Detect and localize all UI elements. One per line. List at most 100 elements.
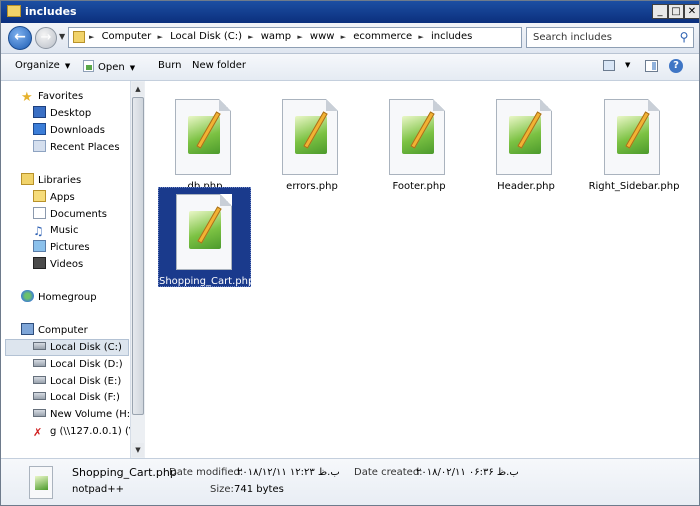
php-file-icon bbox=[282, 99, 338, 175]
nav-recent-places[interactable]: Recent Places bbox=[33, 140, 120, 156]
nav-drive-f[interactable]: Local Disk (F:) bbox=[33, 390, 120, 406]
command-bar: Organize ▼ Open ▼ Burn New folder ▼ ? bbox=[1, 54, 699, 81]
breadcrumb-wamp[interactable]: wamp bbox=[261, 31, 291, 42]
folder-icon bbox=[73, 31, 85, 43]
php-file-icon bbox=[604, 99, 660, 175]
php-file-icon bbox=[29, 466, 53, 499]
file-item[interactable]: db.php bbox=[157, 89, 253, 192]
nav-videos[interactable]: Videos bbox=[33, 257, 83, 273]
libraries-icon bbox=[21, 173, 34, 185]
breadcrumb-computer[interactable]: Computer bbox=[102, 31, 152, 42]
documents-icon bbox=[33, 207, 46, 219]
details-file-type: notpad++ bbox=[72, 484, 124, 495]
notepad-plus-plus-icon bbox=[83, 60, 94, 72]
minimize-button[interactable]: _ bbox=[652, 4, 668, 19]
chevron-right-icon[interactable]: ► bbox=[418, 33, 423, 41]
disconnected-network-drive-icon: ✗ bbox=[33, 426, 43, 439]
scrollbar-thumb[interactable] bbox=[132, 97, 144, 415]
nav-favorites[interactable]: ★ Favorites bbox=[21, 89, 83, 105]
organize-label: Organize bbox=[15, 60, 60, 71]
drive-icon bbox=[33, 359, 46, 367]
file-item[interactable]: Footer.php bbox=[371, 89, 467, 192]
php-file-icon bbox=[176, 194, 232, 270]
navigation-pane: ★ Favorites Desktop Downloads Recent Plac… bbox=[1, 81, 147, 458]
title-bar[interactable]: includes _ □ ✕ bbox=[1, 1, 699, 23]
drive-icon bbox=[33, 376, 46, 384]
scroll-up-arrow-icon[interactable]: ▲ bbox=[132, 82, 144, 96]
change-view-icon[interactable] bbox=[603, 60, 615, 71]
nav-drive-h[interactable]: New Volume (H:) bbox=[33, 407, 134, 423]
view-options-dropdown[interactable]: ▼ bbox=[625, 61, 630, 69]
details-filename: Shopping_Cart.php bbox=[72, 466, 177, 479]
nav-pictures[interactable]: Pictures bbox=[33, 240, 90, 256]
chevron-right-icon[interactable]: ► bbox=[248, 33, 253, 41]
php-file-icon bbox=[175, 99, 231, 175]
explorer-window: includes _ □ ✕ ← → ▼ ► Computer ► Local … bbox=[0, 0, 700, 506]
nav-network-drive-v[interactable]: ✗ g (\\127.0.0.1) (V: bbox=[33, 424, 138, 440]
file-item-selected[interactable]: Shopping_Cart.php bbox=[158, 187, 254, 287]
forward-button[interactable]: → bbox=[35, 27, 57, 49]
back-button[interactable]: ← bbox=[8, 26, 32, 50]
desktop-icon bbox=[33, 106, 46, 118]
open-button[interactable]: Open ▼ bbox=[83, 60, 135, 73]
maximize-button[interactable]: □ bbox=[668, 4, 684, 19]
folder-icon bbox=[33, 190, 46, 202]
chevron-right-icon[interactable]: ► bbox=[89, 33, 94, 41]
search-input[interactable]: Search includes bbox=[533, 32, 612, 43]
music-icon: ♫ bbox=[33, 224, 44, 238]
search-box[interactable]: Search includes ⚲ bbox=[526, 27, 694, 48]
videos-icon bbox=[33, 257, 46, 269]
nav-homegroup[interactable]: Homegroup bbox=[21, 290, 97, 306]
preview-pane-icon[interactable] bbox=[645, 60, 658, 72]
recent-places-icon bbox=[33, 140, 46, 152]
chevron-down-icon: ▼ bbox=[129, 64, 136, 72]
size-value: 741 bytes bbox=[234, 484, 284, 495]
nav-libraries[interactable]: Libraries bbox=[21, 173, 81, 189]
navigation-scrollbar[interactable]: ▲ ▼ bbox=[130, 81, 145, 458]
details-pane: Shopping_Cart.php notpad++ Date modified… bbox=[1, 458, 699, 505]
homegroup-icon bbox=[21, 290, 34, 302]
chevron-right-icon[interactable]: ► bbox=[341, 33, 346, 41]
breadcrumb: ► Computer ► Local Disk (C:) ► wamp ► ww… bbox=[89, 31, 475, 42]
window-title: includes bbox=[25, 5, 77, 18]
size-label: Size: bbox=[210, 484, 234, 495]
breadcrumb-local-disk-c[interactable]: Local Disk (C:) bbox=[170, 31, 242, 42]
organize-button[interactable]: Organize ▼ bbox=[15, 60, 70, 71]
chevron-right-icon[interactable]: ► bbox=[157, 33, 162, 41]
nav-desktop[interactable]: Desktop bbox=[33, 106, 91, 122]
breadcrumb-ecommerce[interactable]: ecommerce bbox=[353, 31, 412, 42]
nav-drive-d[interactable]: Local Disk (D:) bbox=[33, 357, 123, 373]
recent-pages-dropdown[interactable]: ▼ bbox=[59, 32, 65, 41]
php-file-icon bbox=[389, 99, 445, 175]
nav-documents[interactable]: Documents bbox=[33, 207, 107, 223]
nav-drive-c[interactable]: Local Disk (C:) bbox=[33, 340, 122, 356]
file-item[interactable]: Header.php bbox=[478, 89, 574, 192]
file-name: Footer.php bbox=[392, 181, 446, 192]
file-item[interactable]: Right_Sidebar.php bbox=[586, 89, 682, 192]
nav-drive-e[interactable]: Local Disk (E:) bbox=[33, 374, 121, 390]
search-icon[interactable]: ⚲ bbox=[677, 30, 691, 44]
breadcrumb-includes[interactable]: includes bbox=[431, 31, 472, 42]
breadcrumb-www[interactable]: www bbox=[310, 31, 335, 42]
date-created-value: ۲۰۱۸/۰۲/۱۱ ب.ظ ۰۶:۳۶ bbox=[416, 467, 519, 478]
help-icon[interactable]: ? bbox=[669, 59, 683, 73]
close-button[interactable]: ✕ bbox=[684, 4, 699, 19]
drive-icon bbox=[33, 342, 46, 350]
address-bar[interactable]: ► Computer ► Local Disk (C:) ► wamp ► ww… bbox=[68, 27, 586, 48]
address-toolbar: ← → ▼ ► Computer ► Local Disk (C:) ► wam… bbox=[1, 23, 699, 54]
downloads-icon bbox=[33, 123, 46, 135]
nav-music[interactable]: ♫ Music bbox=[33, 223, 78, 239]
file-item[interactable]: errors.php bbox=[264, 89, 360, 192]
nav-downloads[interactable]: Downloads bbox=[33, 123, 105, 139]
file-name: errors.php bbox=[286, 181, 338, 192]
nav-computer[interactable]: Computer bbox=[21, 323, 88, 339]
scroll-down-arrow-icon[interactable]: ▼ bbox=[132, 443, 144, 457]
date-created-label: Date created: bbox=[354, 467, 423, 478]
pictures-icon bbox=[33, 240, 46, 252]
folder-icon bbox=[7, 5, 21, 17]
open-label: Open bbox=[98, 62, 125, 73]
burn-button[interactable]: Burn bbox=[158, 60, 181, 71]
new-folder-button[interactable]: New folder bbox=[192, 60, 246, 71]
nav-apps[interactable]: Apps bbox=[33, 190, 75, 206]
chevron-right-icon[interactable]: ► bbox=[297, 33, 302, 41]
